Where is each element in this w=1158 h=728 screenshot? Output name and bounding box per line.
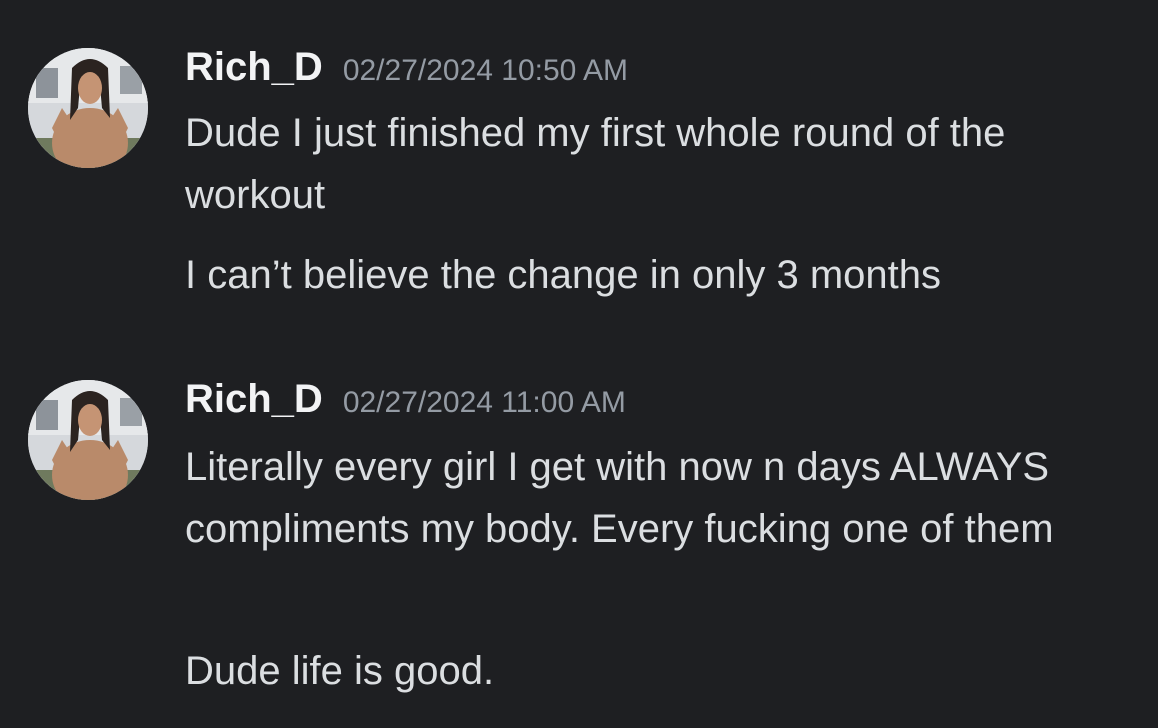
message-header: Rich_D 02/27/2024 11:00 AM	[185, 377, 626, 422]
message-text: Literally every girl I get with now n da…	[185, 445, 1054, 551]
message-text: Dude I just finished my first whole roun…	[185, 111, 1006, 217]
message-text: I can’t believe the change in only 3 mon…	[185, 253, 942, 297]
message-text: Dude life is good.	[185, 649, 495, 693]
user-avatar-icon	[28, 48, 148, 168]
message-header: Rich_D 02/27/2024 10:50 AM	[185, 45, 628, 90]
user-avatar[interactable]	[28, 48, 148, 168]
timestamp: 02/27/2024 11:00 AM	[342, 386, 626, 419]
timestamp: 02/27/2024 10:50 AM	[342, 54, 629, 87]
user-avatar[interactable]	[28, 380, 148, 500]
user-avatar-icon	[28, 380, 148, 500]
username[interactable]: Rich_D	[185, 45, 323, 89]
username[interactable]: Rich_D	[185, 377, 323, 421]
